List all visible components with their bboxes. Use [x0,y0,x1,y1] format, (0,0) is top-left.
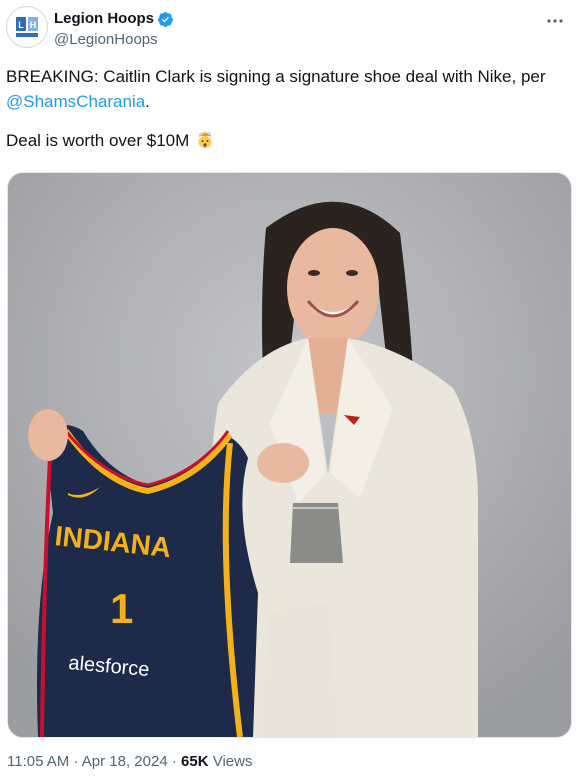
exploding-head-emoji-icon [198,131,212,148]
tweet-date[interactable]: Apr 18, 2024 [82,753,168,770]
jersey-number: 1 [110,585,133,632]
tweet-text: BREAKING: Caitlin Clark is signing a sig… [6,64,566,153]
avatar[interactable]: L H [6,6,48,48]
tweet-time[interactable]: 11:05 AM [7,753,69,770]
author-handle[interactable]: @LegionHoops [54,31,158,48]
views-count: 65K [181,753,209,770]
meta-separator: · [69,753,82,770]
tweet-image[interactable]: INDIANA 1 alesforce [7,172,572,738]
svg-text:H: H [30,20,37,30]
author-name-row[interactable]: Legion Hoops [54,10,174,28]
verified-badge-icon [158,11,173,27]
photo-caitlin-clark-with-jersey: INDIANA 1 alesforce [8,173,571,737]
tweet-header: L H Legion Hoops @LegionHoops [6,6,578,52]
tweet-text-line-2: Deal is worth over $10M [6,128,566,153]
mention-link[interactable]: @ShamsCharania [6,92,145,111]
tweet-text-segment: BREAKING: Caitlin Clark is signing a sig… [6,67,546,86]
meta-separator: · [167,753,182,770]
display-name[interactable]: Legion Hoops [54,10,154,28]
tweet-text-segment: Deal is worth over $10M [6,131,190,150]
svg-text:L: L [18,20,24,30]
tweet-meta: 11:05 AM · Apr 18, 2024 · 65K Views [7,753,252,770]
views-label: Views [208,753,253,770]
more-dots-icon[interactable] [542,10,568,32]
tweet-text-segment: . [145,92,150,111]
tweet-text-line-1: BREAKING: Caitlin Clark is signing a sig… [6,64,566,114]
legion-hoops-logo-icon: L H [8,8,46,46]
